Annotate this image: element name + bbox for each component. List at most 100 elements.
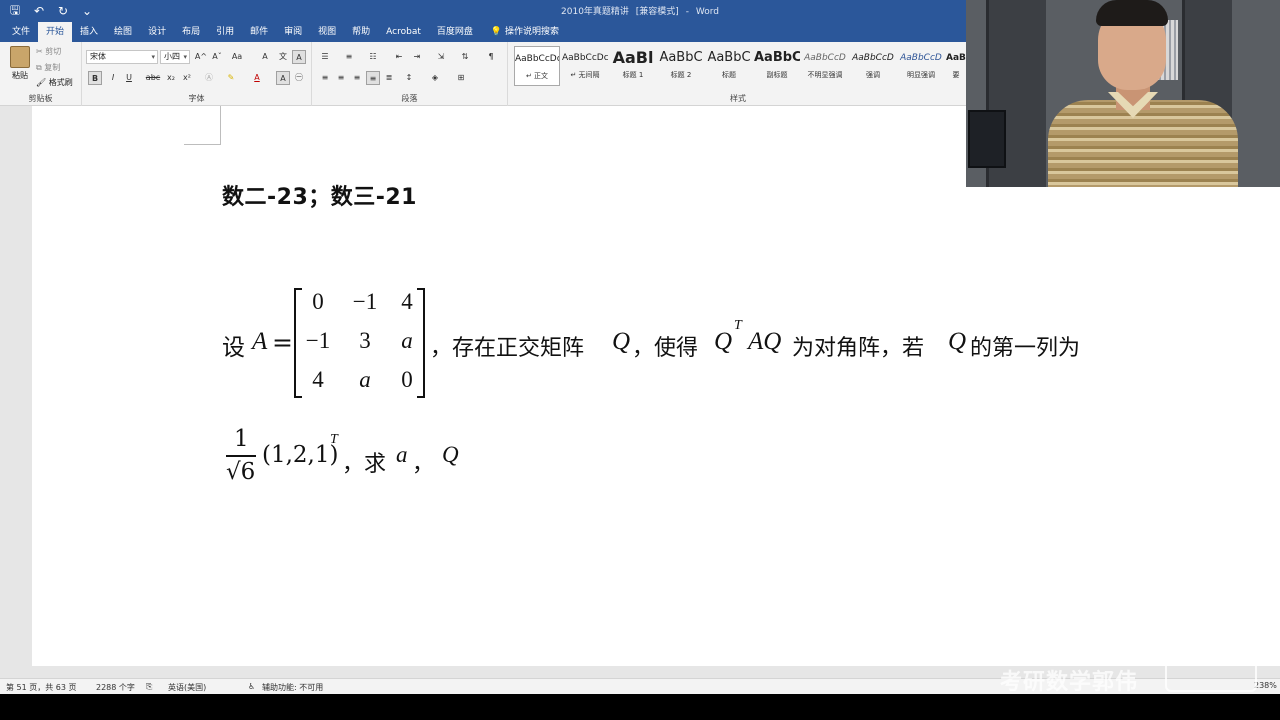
- style-sample: AaBbCcDc: [562, 53, 608, 63]
- style-name: 强调: [866, 71, 880, 79]
- change-case-button[interactable]: Aa: [230, 50, 244, 64]
- paste-label: 粘贴: [12, 71, 28, 80]
- tab-review[interactable]: 审阅: [276, 22, 310, 42]
- tab-insert[interactable]: 插入: [72, 22, 106, 42]
- font-group-label: 字体: [188, 94, 205, 103]
- text-comma: ，: [412, 452, 435, 477]
- enclose-char-icon[interactable]: ㊀: [292, 71, 306, 85]
- tell-me-label: 操作说明搜索: [505, 27, 560, 37]
- superscript-t-2: T: [330, 432, 338, 447]
- presenter-shirt: [1048, 100, 1238, 187]
- tab-mailings[interactable]: 邮件: [242, 22, 276, 42]
- tab-view[interactable]: 视图: [310, 22, 344, 42]
- language-indicator[interactable]: 英语(美国): [168, 682, 206, 693]
- align-left-icon[interactable]: ≡: [318, 71, 332, 85]
- style-name: ↵ 无间隔: [570, 71, 600, 79]
- fraction-numerator: 1: [234, 426, 249, 452]
- tab-file[interactable]: 文件: [4, 22, 38, 42]
- cut-button[interactable]: ✂ 剪切: [36, 46, 61, 57]
- copy-button[interactable]: ⧉ 复制: [36, 62, 60, 73]
- style-name: 要: [952, 71, 960, 79]
- accessibility-status[interactable]: 辅助功能: 不可用: [262, 682, 323, 693]
- symbol-q-3: Q: [442, 442, 459, 467]
- chinese-layout-icon[interactable]: ⇲: [434, 50, 448, 64]
- tab-draw[interactable]: 绘图: [106, 22, 140, 42]
- increase-indent-icon[interactable]: ⇥: [410, 50, 424, 64]
- problem-heading: 数二-23；数三-21: [222, 185, 417, 210]
- bold-button[interactable]: B: [88, 71, 102, 85]
- style-name: 不明显强调: [807, 71, 843, 79]
- document-page[interactable]: 数二-23；数三-21 设 A = 0 −1 4 −1 3 a 4 a 0 ，存…: [32, 106, 1280, 666]
- bilibili-logo-icon: [1165, 660, 1257, 692]
- matrix-cell: 4: [401, 289, 413, 314]
- app-name: Word: [695, 7, 719, 17]
- paste-button[interactable]: 粘贴: [6, 46, 34, 81]
- style-no-spacing[interactable]: AaBbCcDc ↵ 无间隔: [562, 46, 608, 86]
- tab-references[interactable]: 引用: [208, 22, 242, 42]
- decrease-indent-icon[interactable]: ⇤: [392, 50, 406, 64]
- show-marks-icon[interactable]: ¶: [484, 50, 498, 64]
- highlight-icon[interactable]: ✎: [224, 71, 238, 85]
- font-size-select[interactable]: 小四 ▾: [160, 50, 190, 64]
- tell-me-search[interactable]: 💡 操作说明搜索: [491, 22, 559, 42]
- paragraph-group-label: 段落: [401, 94, 418, 103]
- borders-icon[interactable]: ⊞: [454, 71, 468, 85]
- matrix-cell: a: [359, 367, 371, 392]
- char-shading-button[interactable]: A: [276, 71, 290, 85]
- cut-label: 剪切: [45, 47, 62, 56]
- text-find: ，求: [342, 452, 387, 477]
- margin-corner-mark: [184, 144, 221, 145]
- compat-mode: [兼容模式]: [635, 7, 679, 17]
- style-heading-2[interactable]: AaBbC 标题 2: [658, 46, 704, 86]
- style-name: ↵ 正文: [525, 72, 549, 80]
- style-name: 明显强调: [907, 71, 935, 79]
- font-color-button[interactable]: A: [250, 71, 264, 85]
- clear-formatting-button[interactable]: A: [258, 50, 272, 64]
- justify-icon[interactable]: ≡: [366, 71, 380, 85]
- word-count[interactable]: 2288 个字: [96, 682, 135, 693]
- fraction-denominator: √6: [226, 459, 256, 485]
- tab-design[interactable]: 设计: [140, 22, 174, 42]
- italic-button[interactable]: I: [106, 71, 120, 85]
- styles-group: AaBbCcDc ↵ 正文 AaBbCcDc ↵ 无间隔 AaBl 标题 1 A…: [508, 42, 968, 106]
- distributed-icon[interactable]: ≣: [382, 71, 396, 85]
- style-heading-1[interactable]: AaBl 标题 1: [610, 46, 656, 86]
- bullets-icon[interactable]: ☰: [318, 50, 332, 64]
- format-painter-button[interactable]: 🖌 格式刷: [36, 77, 73, 88]
- style-title[interactable]: AaBbC 标题: [706, 46, 752, 86]
- symbol-a-lower: a: [396, 442, 408, 467]
- font-name-select[interactable]: 宋体 ▾: [86, 50, 158, 64]
- tab-baidu-netdisk[interactable]: 百度网盘: [429, 22, 481, 42]
- tab-layout[interactable]: 布局: [174, 22, 208, 42]
- tab-home[interactable]: 开始: [38, 22, 73, 42]
- page-count[interactable]: 第 51 页，共 63 页: [6, 682, 77, 693]
- style-sample: AaBbCcD: [900, 53, 942, 63]
- style-normal[interactable]: AaBbCcDc ↵ 正文: [514, 46, 560, 86]
- zoom-level[interactable]: 238%: [1254, 681, 1277, 690]
- shrink-font-button[interactable]: Aˇ: [210, 50, 224, 64]
- underline-button[interactable]: U: [122, 71, 136, 85]
- tab-help[interactable]: 帮助: [344, 22, 378, 42]
- shading-icon[interactable]: ◈: [428, 71, 442, 85]
- strikethrough-button[interactable]: abc: [144, 71, 162, 85]
- align-right-icon[interactable]: ≡: [350, 71, 364, 85]
- phonetic-guide-button[interactable]: 文: [276, 50, 290, 64]
- superscript-button[interactable]: x²: [180, 71, 194, 85]
- proofing-icon[interactable]: ⎘: [146, 682, 152, 692]
- align-center-icon[interactable]: ≡: [334, 71, 348, 85]
- sort-icon[interactable]: ⇅: [458, 50, 472, 64]
- style-intense-emphasis[interactable]: AaBbCcD 明显强调: [898, 46, 944, 86]
- style-subtle-emphasis[interactable]: AaBbCcD 不明显强调: [802, 46, 848, 86]
- grow-font-button[interactable]: A^: [194, 50, 208, 64]
- paragraph-group: ☰ ≡ ☷ ⇤ ⇥ ⇲ ⇅ ¶ ≡ ≡ ≡ ≡ ≣ ↕ ◈ ⊞ 段落: [312, 42, 508, 106]
- line-spacing-icon[interactable]: ↕: [402, 71, 416, 85]
- char-border-button[interactable]: A: [292, 50, 306, 64]
- multilevel-list-icon[interactable]: ☷: [366, 50, 380, 64]
- subscript-button[interactable]: x₂: [164, 71, 178, 85]
- style-subtitle[interactable]: AaBbC 副标题: [754, 46, 800, 86]
- numbering-icon[interactable]: ≡: [342, 50, 356, 64]
- style-strong[interactable]: AaBl 要: [946, 46, 966, 86]
- style-emphasis[interactable]: AaBbCcD 强调: [850, 46, 896, 86]
- text-effects-icon[interactable]: Ⓐ: [202, 71, 216, 85]
- tab-acrobat[interactable]: Acrobat: [378, 22, 429, 42]
